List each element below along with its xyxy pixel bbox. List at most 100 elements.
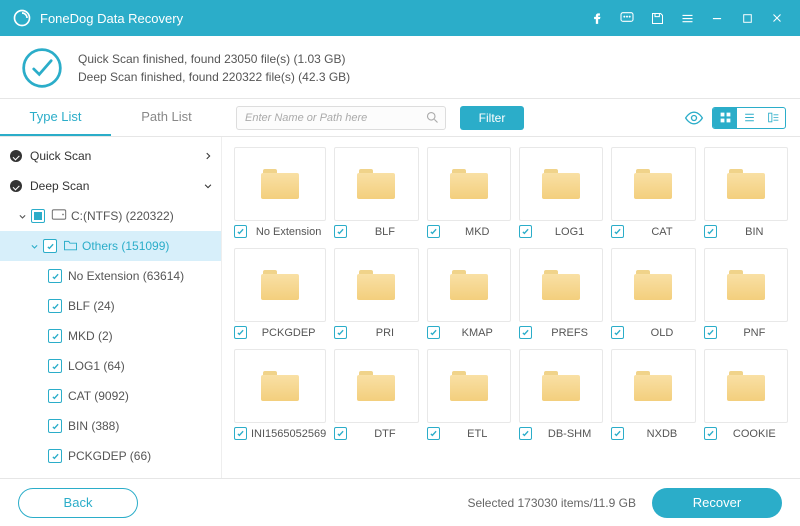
- toolbar: Type List Path List Filter: [0, 99, 800, 137]
- folder-cell[interactable]: NXDB: [611, 349, 695, 440]
- scan-status: Quick Scan finished, found 23050 file(s)…: [0, 36, 800, 99]
- folder-cell[interactable]: INI1565052569: [234, 349, 326, 440]
- checkbox-icon[interactable]: [704, 427, 717, 440]
- folder-cell[interactable]: BLF: [334, 147, 418, 238]
- checkbox-icon[interactable]: [48, 299, 62, 313]
- footer: Back Selected 173030 items/11.9 GB Recov…: [0, 478, 800, 526]
- folder-cell[interactable]: LOG1: [519, 147, 603, 238]
- checkbox-icon[interactable]: [234, 427, 247, 440]
- folder-cell[interactable]: DB-SHM: [519, 349, 603, 440]
- tab-type-list[interactable]: Type List: [0, 99, 111, 136]
- folder-cell[interactable]: BIN: [704, 147, 788, 238]
- folder-cell[interactable]: ETL: [427, 349, 511, 440]
- folder-thumbnail: [611, 349, 695, 423]
- sidebar-item-quick-scan[interactable]: Quick Scan: [0, 141, 221, 171]
- sidebar-item-filetype[interactable]: PCKGDEP (66): [0, 441, 221, 471]
- checkbox-icon[interactable]: [31, 209, 45, 223]
- folder-thumbnail: [334, 349, 418, 423]
- folder-name: COOKIE: [721, 428, 788, 440]
- checkbox-icon[interactable]: [519, 225, 532, 238]
- maximize-icon[interactable]: [734, 5, 760, 31]
- check-circle-icon: [10, 150, 22, 162]
- folder-cell[interactable]: OLD: [611, 248, 695, 339]
- checkbox-icon[interactable]: [234, 326, 247, 339]
- checkbox-icon[interactable]: [704, 326, 717, 339]
- preview-icon[interactable]: [682, 106, 706, 130]
- sidebar-item-filetype[interactable]: MKD (2): [0, 321, 221, 351]
- save-icon[interactable]: [644, 5, 670, 31]
- close-icon[interactable]: [764, 5, 790, 31]
- folder-name: DB-SHM: [536, 428, 603, 440]
- checkbox-icon[interactable]: [234, 225, 247, 238]
- search-icon[interactable]: [425, 110, 440, 128]
- folder-cell[interactable]: COOKIE: [704, 349, 788, 440]
- checkbox-icon[interactable]: [704, 225, 717, 238]
- folder-icon: [634, 169, 672, 199]
- folder-icon: [542, 270, 580, 300]
- checkbox-icon[interactable]: [48, 329, 62, 343]
- search-input[interactable]: [236, 106, 446, 130]
- sidebar-item-label: BIN (388): [68, 419, 213, 433]
- checkbox-icon[interactable]: [427, 326, 440, 339]
- sidebar-item-label: Others (151099): [82, 239, 213, 253]
- recover-button[interactable]: Recover: [652, 488, 782, 518]
- sidebar-item-label: MKD (2): [68, 329, 213, 343]
- sidebar-item-filetype[interactable]: LOG1 (64): [0, 351, 221, 381]
- checkbox-icon[interactable]: [427, 427, 440, 440]
- folder-cell[interactable]: PCKGDEP: [234, 248, 326, 339]
- folder-cell[interactable]: PRI: [334, 248, 418, 339]
- checkbox-icon[interactable]: [611, 225, 624, 238]
- sidebar-item-drive[interactable]: C:(NTFS) (220322): [0, 201, 221, 231]
- checkbox-icon[interactable]: [48, 449, 62, 463]
- checkbox-icon[interactable]: [48, 359, 62, 373]
- title-bar: FoneDog Data Recovery: [0, 0, 800, 36]
- grid-view-icon[interactable]: [713, 108, 737, 128]
- checkbox-icon[interactable]: [48, 389, 62, 403]
- folder-thumbnail: [704, 248, 788, 322]
- folder-cell[interactable]: PNF: [704, 248, 788, 339]
- folder-cell[interactable]: PREFS: [519, 248, 603, 339]
- folder-cell[interactable]: MKD: [427, 147, 511, 238]
- folder-cell[interactable]: DTF: [334, 349, 418, 440]
- sidebar-item-label: Quick Scan: [30, 149, 203, 163]
- folder-thumbnail: [519, 248, 603, 322]
- menu-icon[interactable]: [674, 5, 700, 31]
- sidebar-item-others[interactable]: Others (151099): [0, 231, 221, 261]
- folder-icon: [450, 169, 488, 199]
- folder-name: DTF: [351, 428, 418, 440]
- checkbox-icon[interactable]: [334, 326, 347, 339]
- folder-name: ETL: [444, 428, 511, 440]
- checkbox-icon[interactable]: [48, 419, 62, 433]
- checkbox-icon[interactable]: [611, 326, 624, 339]
- chevron-down-icon: [18, 212, 27, 221]
- filter-button[interactable]: Filter: [460, 106, 524, 130]
- tab-path-list[interactable]: Path List: [111, 99, 222, 136]
- back-button[interactable]: Back: [18, 488, 138, 518]
- checkbox-icon[interactable]: [519, 326, 532, 339]
- list-view-icon[interactable]: [737, 108, 761, 128]
- checkbox-icon[interactable]: [427, 225, 440, 238]
- folder-icon: [634, 270, 672, 300]
- folder-cell[interactable]: KMAP: [427, 248, 511, 339]
- checkbox-icon[interactable]: [611, 427, 624, 440]
- minimize-icon[interactable]: [704, 5, 730, 31]
- quick-scan-status: Quick Scan finished, found 23050 file(s)…: [78, 50, 350, 68]
- sidebar-item-filetype[interactable]: No Extension (63614): [0, 261, 221, 291]
- folder-cell[interactable]: No Extension: [234, 147, 326, 238]
- sidebar-item-filetype[interactable]: CAT (9092): [0, 381, 221, 411]
- sidebar-item-deep-scan[interactable]: Deep Scan: [0, 171, 221, 201]
- checkbox-icon[interactable]: [519, 427, 532, 440]
- facebook-icon[interactable]: [584, 5, 610, 31]
- folder-cell[interactable]: CAT: [611, 147, 695, 238]
- app-logo-icon: [12, 8, 32, 28]
- selection-info: Selected 173030 items/11.9 GB: [467, 496, 636, 510]
- detail-view-icon[interactable]: [761, 108, 785, 128]
- sidebar-item-filetype[interactable]: BIN (388): [0, 411, 221, 441]
- checkbox-icon[interactable]: [48, 269, 62, 283]
- checkbox-icon[interactable]: [334, 225, 347, 238]
- checkbox-icon[interactable]: [334, 427, 347, 440]
- app-title: FoneDog Data Recovery: [40, 11, 584, 26]
- feedback-icon[interactable]: [614, 5, 640, 31]
- checkbox-icon[interactable]: [43, 239, 57, 253]
- sidebar-item-filetype[interactable]: BLF (24): [0, 291, 221, 321]
